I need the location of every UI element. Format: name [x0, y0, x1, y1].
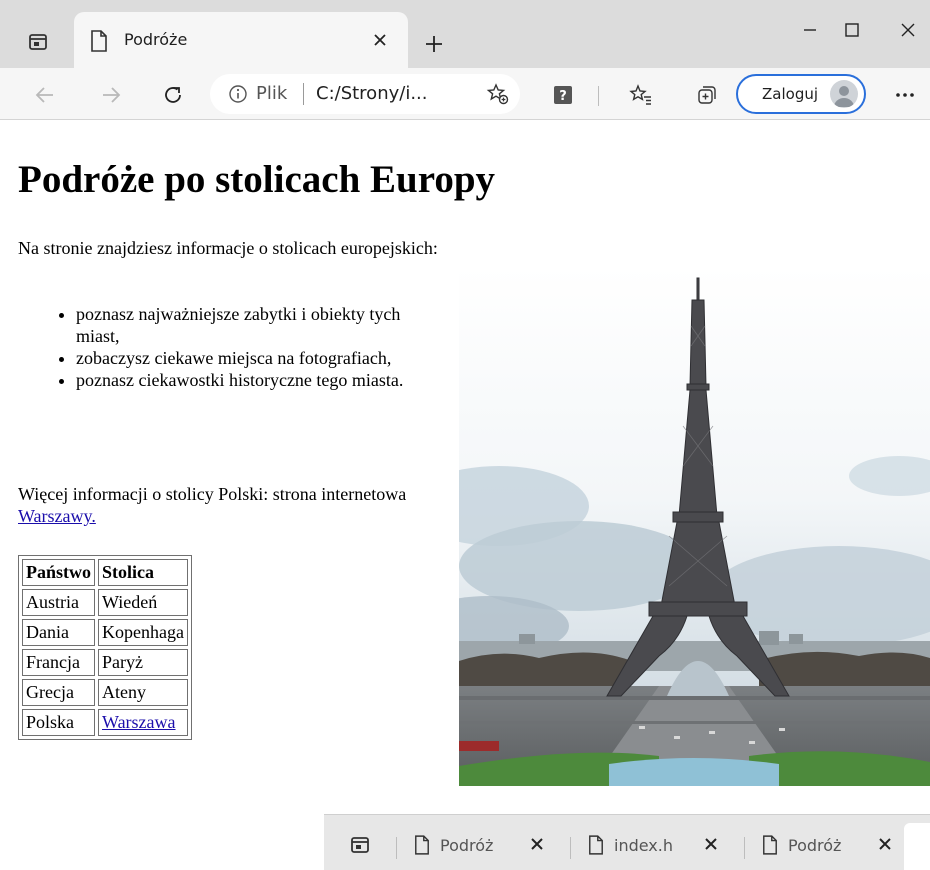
avatar [830, 80, 858, 108]
taskbar-separator [570, 837, 571, 859]
tab-actions-icon [351, 837, 369, 853]
address-separator [303, 83, 304, 105]
collections-button[interactable] [690, 78, 724, 112]
favorites-button[interactable] [624, 78, 658, 112]
list-item: poznasz najważniejsze zabytki i obiekty … [76, 303, 448, 347]
taskbar-item-label: Podróż [440, 836, 494, 855]
browser-window: Podróże Plik C:/Strony/i... ? Zaloguj Po… [0, 0, 930, 870]
document-icon [763, 835, 777, 855]
taskbar-item[interactable]: Podróż [410, 833, 560, 859]
table-row: Austria Wiedeń [22, 589, 188, 616]
arrow-right-icon [103, 87, 121, 103]
eiffel-tower-image [459, 266, 930, 786]
extension-button[interactable]: ? [546, 78, 580, 112]
list-item: poznasz ciekawostki historyczne tego mia… [76, 369, 448, 391]
more-info-text: Więcej informacji o stolicy Polski: stro… [18, 484, 407, 504]
table-row: Polska Warszawa [22, 709, 188, 736]
minimize-button[interactable] [790, 14, 830, 46]
address-url[interactable]: C:/Strony/i... [316, 83, 428, 104]
back-button[interactable] [28, 78, 62, 112]
svg-text:?: ? [559, 89, 567, 104]
table-row: Francja Paryż [22, 649, 188, 676]
arrow-left-icon [35, 87, 53, 103]
info-icon [229, 85, 247, 103]
document-icon [589, 835, 603, 855]
window-close-button[interactable] [888, 14, 928, 46]
taskbar: Podróż index.h Podróż [324, 814, 930, 870]
intro-paragraph: Na stronie znajdziesz informacje o stoli… [18, 238, 438, 258]
address-bar[interactable]: Plik C:/Strony/i... [210, 74, 520, 114]
close-icon[interactable] [530, 837, 544, 851]
capital-cell: Ateny [98, 679, 188, 706]
capital-cell: Kopenhaga [98, 619, 188, 646]
taskbar-item[interactable]: Podróż [758, 833, 908, 859]
forward-button[interactable] [94, 78, 128, 112]
extension-icon: ? [554, 86, 572, 104]
close-icon[interactable] [878, 837, 892, 851]
close-icon [901, 23, 915, 37]
taskbar-item-label: Podróż [788, 836, 842, 855]
minimize-icon [804, 29, 816, 31]
table-row: Grecja Ateny [22, 679, 188, 706]
capitals-table: Państwo Stolica Austria Wiedeń Dania Kop… [18, 555, 192, 740]
country-cell: Grecja [22, 679, 96, 706]
document-icon [415, 835, 429, 855]
taskbar-item[interactable]: index.h [584, 833, 734, 859]
country-cell: Francja [22, 649, 96, 676]
plus-icon [426, 36, 442, 52]
capital-cell: Paryż [98, 649, 188, 676]
table-header-row: Państwo Stolica [22, 559, 188, 586]
list-item: zobaczysz ciekawe miejsca na fotografiac… [76, 347, 448, 369]
tab-title: Podróże [124, 30, 188, 49]
maximize-button[interactable] [832, 14, 872, 46]
taskbar-tab-actions[interactable] [346, 833, 376, 859]
new-tab-button[interactable] [418, 28, 450, 60]
browser-toolbar: Plik C:/Strony/i... ? Zaloguj [0, 68, 930, 120]
table-row: Dania Kopenhaga [22, 619, 188, 646]
page-title: Podróże po stolicach Europy [18, 158, 496, 201]
more-icon [896, 93, 914, 97]
taskbar-active-item-edge [904, 823, 930, 870]
refresh-button[interactable] [156, 78, 190, 112]
eiffel-tower-photo [459, 266, 930, 786]
country-cell: Polska [22, 709, 96, 736]
browser-tab-active[interactable]: Podróże [74, 12, 408, 68]
warsaw-link[interactable]: Warszawy. [18, 506, 96, 526]
user-avatar-icon [834, 86, 854, 107]
refresh-icon [165, 87, 181, 103]
document-icon [91, 30, 107, 52]
header-capital: Stolica [98, 559, 188, 586]
sign-in-label: Zaloguj [762, 85, 819, 103]
title-bar: Podróże [0, 0, 930, 68]
address-scheme-label: Plik [256, 83, 288, 104]
capital-cell: Wiedeń [98, 589, 188, 616]
favorites-icon [629, 84, 651, 105]
more-info-paragraph: Więcej informacji o stolicy Polski: stro… [18, 483, 438, 527]
taskbar-item-label: index.h [614, 836, 673, 855]
country-cell: Dania [22, 619, 96, 646]
header-country: Państwo [22, 559, 96, 586]
capital-cell: Warszawa [98, 709, 188, 736]
add-favorite-icon[interactable] [486, 82, 510, 106]
maximize-icon [845, 23, 859, 37]
collections-icon [698, 86, 716, 104]
toolbar-divider [598, 86, 599, 106]
close-icon [374, 34, 386, 46]
sign-in-button[interactable]: Zaloguj [736, 74, 866, 114]
tab-close-button[interactable] [366, 26, 394, 54]
taskbar-separator [744, 837, 745, 859]
close-icon[interactable] [704, 837, 718, 851]
country-cell: Austria [22, 589, 96, 616]
more-options-button[interactable] [888, 78, 922, 112]
warszawa-link[interactable]: Warszawa [102, 712, 176, 732]
tab-actions-button[interactable] [18, 24, 58, 60]
tab-actions-icon [29, 34, 47, 50]
feature-list: poznasz najważniejsze zabytki i obiekty … [38, 303, 448, 391]
page-content: Podróże po stolicach Europy Na stronie z… [0, 121, 930, 870]
taskbar-separator [396, 837, 397, 859]
